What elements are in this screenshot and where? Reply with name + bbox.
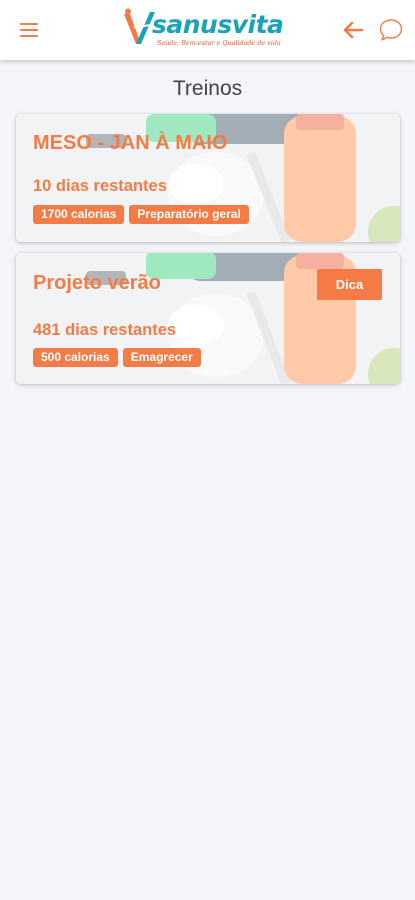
chat-bubble-icon[interactable] bbox=[378, 17, 404, 43]
arrow-left-icon[interactable] bbox=[340, 18, 366, 42]
workout-card[interactable]: MESO - JAN À MAIO 10 dias restantes 1700… bbox=[16, 114, 400, 242]
remaining-days: 481 dias restantes bbox=[33, 321, 177, 339]
calories-tag: 500 calorias bbox=[33, 348, 118, 367]
logo-text: sanusvita bbox=[152, 10, 284, 39]
menu-line bbox=[20, 23, 38, 25]
menu-line bbox=[20, 29, 38, 31]
hamburger-menu-icon[interactable] bbox=[16, 18, 44, 42]
logo-mark-icon bbox=[124, 8, 155, 44]
goal-tag: Emagrecer bbox=[122, 348, 201, 367]
menu-line bbox=[20, 35, 38, 37]
workout-title: Projeto verão bbox=[33, 272, 161, 294]
workout-title: MESO - JAN À MAIO bbox=[33, 132, 228, 154]
calories-tag: 1700 calorias bbox=[33, 205, 125, 224]
logo-tagline: Saúde, Bem-estar e Qualidade de vida bbox=[157, 39, 281, 47]
tip-button[interactable]: Dica bbox=[317, 269, 382, 300]
tag-list: 500 calorias Emagrecer bbox=[33, 348, 201, 367]
page-title: Treinos bbox=[172, 77, 243, 100]
remaining-days: 10 dias restantes bbox=[33, 177, 167, 195]
sanusvita-logo: sanusvita Saúde, Bem-estar e Qualidade d… bbox=[122, 8, 297, 52]
tag-list: 1700 calorias Preparatório geral bbox=[33, 205, 249, 224]
goal-tag: Preparatório geral bbox=[129, 205, 249, 224]
app-bar: sanusvita Saúde, Bem-estar e Qualidade d… bbox=[0, 0, 415, 60]
workout-card[interactable]: Projeto verão 481 dias restantes 500 cal… bbox=[16, 253, 400, 384]
